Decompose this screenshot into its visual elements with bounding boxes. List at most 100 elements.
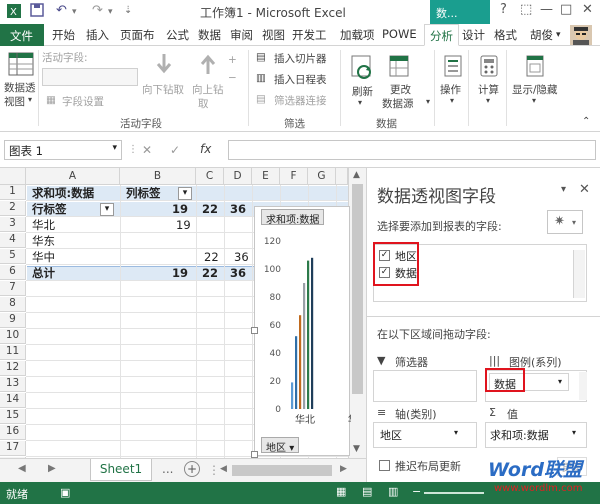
legend-area-scrollbar[interactable]	[579, 372, 587, 400]
collapse-field-icon[interactable]: −	[228, 72, 237, 84]
row-header-16[interactable]: 16	[0, 425, 26, 440]
change-source-label-1[interactable]: 更改	[390, 82, 411, 97]
tab-view[interactable]: 视图	[262, 27, 285, 43]
scroll-up-icon[interactable]: ▲	[353, 170, 360, 180]
column-header-f[interactable]: F	[280, 168, 308, 185]
change-source-icon[interactable]	[388, 54, 412, 83]
actions-button[interactable]: 操作	[440, 82, 461, 97]
defer-update-label[interactable]: 推迟布局更新	[395, 458, 461, 474]
column-header-c[interactable]: C	[196, 168, 224, 185]
next-sheet-icon[interactable]: ▶	[48, 463, 56, 474]
field-checkbox-region[interactable]: ✓	[379, 250, 390, 261]
formula-input[interactable]	[228, 140, 596, 160]
pane-close-button[interactable]: ✕	[579, 182, 590, 197]
show-hide-icon[interactable]	[524, 54, 546, 81]
field-settings-button[interactable]: 字段设置	[62, 94, 104, 109]
minimize-button[interactable]: —	[540, 2, 553, 17]
chart-bar[interactable]	[303, 283, 306, 409]
tab-design[interactable]: 设计	[462, 27, 485, 43]
field-label-region[interactable]: 地区	[395, 248, 417, 264]
calculations-dropdown-icon[interactable]: ▾	[486, 96, 490, 105]
drill-up-label-2[interactable]: 取	[198, 96, 209, 111]
field-list-scrollbar[interactable]	[573, 250, 585, 298]
drill-down-icon[interactable]	[154, 52, 174, 79]
redo-dropdown-icon[interactable]: ▾	[108, 7, 113, 17]
expand-field-icon[interactable]: +	[228, 54, 237, 66]
chart-bar[interactable]	[307, 260, 310, 409]
insert-timeline-button[interactable]: 插入日程表	[274, 72, 327, 87]
column-header-g[interactable]: G	[308, 168, 336, 185]
values-field-value[interactable]: 求和项:数据	[490, 427, 549, 443]
name-box[interactable]: 图表 1 ▾	[4, 140, 122, 160]
pivot-row-labels[interactable]: 行标签	[32, 202, 67, 217]
add-sheet-button[interactable]: +	[184, 461, 200, 477]
row-header-15[interactable]: 15	[0, 409, 26, 424]
row-header-10[interactable]: 10	[0, 329, 26, 344]
row-header-14[interactable]: 14	[0, 393, 26, 408]
user-dropdown-icon[interactable]: ▾	[556, 30, 561, 40]
pivot-row-huadong[interactable]: 华东	[32, 234, 55, 249]
chart-bar[interactable]	[311, 257, 314, 409]
tab-home[interactable]: 开始	[52, 27, 75, 43]
insert-slicer-button[interactable]: 插入切片器	[274, 51, 327, 66]
row-header-6[interactable]: 6	[0, 265, 26, 280]
page-break-view-icon[interactable]: ▥	[388, 485, 398, 498]
column-header-d[interactable]: D	[224, 168, 252, 185]
tab-developer[interactable]: 开发工	[292, 27, 327, 43]
axis-field-dropdown-icon[interactable]: ▾	[454, 428, 458, 437]
column-header-e[interactable]: E	[252, 168, 280, 185]
sheet-tab-sheet1[interactable]: Sheet1	[90, 459, 152, 481]
user-name[interactable]: 胡俊	[530, 27, 553, 43]
refresh-button[interactable]: 刷新	[352, 84, 373, 99]
column-header-partial[interactable]	[336, 168, 348, 185]
close-button[interactable]: ✕	[582, 2, 593, 17]
pivot-grand-total-label[interactable]: 总计	[32, 266, 55, 281]
tab-page-layout[interactable]: 页面布	[120, 27, 155, 43]
row-header-3[interactable]: 3	[0, 217, 26, 232]
row-header-17[interactable]: 17	[0, 441, 26, 456]
pivot-row-huabei[interactable]: 华北	[32, 218, 55, 233]
context-tab-label[interactable]: 数...	[430, 0, 490, 24]
ribbon-display-icon[interactable]: ⬚	[520, 2, 532, 17]
active-field-input[interactable]	[42, 68, 138, 86]
actions-icon[interactable]	[442, 54, 464, 81]
chart-resize-handle-left[interactable]	[251, 327, 258, 334]
column-labels-filter-button[interactable]: ▾	[178, 187, 192, 200]
values-drop-area[interactable]: 求和项:数据 ▾	[485, 422, 587, 448]
prev-sheet-icon[interactable]: ◀	[18, 463, 26, 474]
field-settings-icon[interactable]: ▦	[46, 94, 56, 106]
row-header-13[interactable]: 13	[0, 377, 26, 392]
chart-axis-field-button[interactable]: 地区 ▾	[261, 437, 300, 454]
row-labels-filter-button[interactable]: ▾	[100, 203, 114, 216]
tab-power[interactable]: POWE	[382, 27, 417, 41]
customize-toolbar-icon[interactable]: ⇣	[124, 5, 132, 16]
scroll-down-icon[interactable]: ▼	[353, 444, 360, 454]
select-all-corner[interactable]	[0, 168, 26, 185]
help-button[interactable]: ?	[500, 2, 507, 17]
calculations-icon[interactable]	[478, 54, 500, 81]
pivot-column-labels[interactable]: 列标签	[126, 186, 161, 201]
chart-value-field-button[interactable]: 求和项:数据	[261, 209, 325, 226]
show-hide-button[interactable]: 显示/隐藏	[512, 82, 558, 97]
filter-connections-button[interactable]: 筛选器连接	[274, 93, 327, 108]
avatar[interactable]	[570, 25, 592, 48]
show-hide-dropdown-icon[interactable]: ▾	[532, 96, 536, 105]
timeline-icon[interactable]: ▥	[256, 72, 266, 84]
row-header-2[interactable]: 2	[0, 201, 26, 216]
tab-file[interactable]: 文件	[0, 24, 44, 46]
pivot-chart[interactable]: 求和项:数据 120 100 80 60 40 20 0 华北 华东 地区 ▾	[251, 206, 351, 458]
field-label-data[interactable]: 数据	[395, 265, 417, 281]
row-header-1[interactable]: 1	[0, 185, 26, 200]
drill-down-button[interactable]: 向下钻取	[142, 82, 184, 97]
axis-drop-area[interactable]: 地区 ▾	[373, 422, 477, 448]
vertical-scroll-thumb[interactable]	[352, 184, 363, 394]
cancel-entry-button[interactable]: ✕	[142, 143, 152, 157]
restore-button[interactable]: □	[560, 2, 572, 17]
chart-bar[interactable]	[291, 382, 294, 409]
confirm-entry-button[interactable]: ✓	[170, 143, 180, 157]
pane-tools-button[interactable]: ✷ ▾	[547, 210, 583, 234]
tab-format[interactable]: 格式	[494, 27, 517, 43]
undo-dropdown-icon[interactable]: ▾	[72, 7, 77, 17]
actions-dropdown-icon[interactable]: ▾	[450, 96, 454, 105]
chart-bar[interactable]	[299, 315, 302, 409]
